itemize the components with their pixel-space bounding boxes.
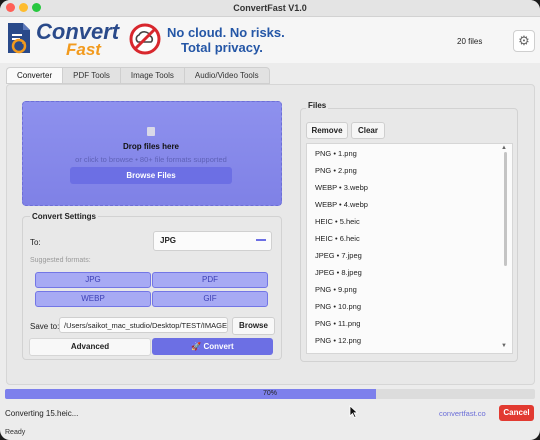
- drop-zone-subtitle: or click to browse • 80+ file formats su…: [75, 155, 227, 164]
- conversion-progress-bar: 70%: [5, 389, 535, 399]
- save-path-field[interactable]: /Users/saikot_mac_studio/Desktop/TEST/IM…: [59, 317, 228, 333]
- convert-settings-title: Convert Settings: [30, 212, 99, 221]
- document-convert-icon: [8, 23, 30, 54]
- list-item[interactable]: PNG • 9.png: [307, 280, 512, 297]
- tab-pdf-tools[interactable]: PDF Tools: [62, 67, 120, 84]
- title-bar: ConvertFast V1.0: [0, 0, 540, 17]
- file-icon: [147, 127, 155, 136]
- tab-bar: Converter PDF Tools Image Tools Audio/Vi…: [6, 67, 270, 84]
- clear-files-button[interactable]: Clear: [351, 122, 385, 139]
- list-item[interactable]: HEIC • 5.heic: [307, 212, 512, 229]
- list-item[interactable]: JPEG • 8.jpeg: [307, 263, 512, 280]
- window-title: ConvertFast V1.0: [233, 3, 307, 13]
- convert-button[interactable]: 🚀 Convert: [152, 338, 273, 355]
- drop-zone-title: Drop files here: [122, 142, 179, 151]
- remove-file-button[interactable]: Remove: [306, 122, 348, 139]
- drop-zone[interactable]: [22, 101, 282, 206]
- file-list[interactable]: PNG • 1.png PNG • 2.png WEBP • 3.webp WE…: [306, 143, 513, 354]
- select-indicator-icon: [256, 239, 266, 241]
- suggested-formats-label: Suggested formats:: [30, 257, 91, 264]
- list-item[interactable]: JPEG • 7.jpeg: [307, 246, 512, 263]
- settings-gear-button[interactable]: ⚙: [513, 30, 535, 52]
- privacy-tagline: No cloud. No risks. Total privacy.: [167, 25, 285, 55]
- target-format-value: JPG: [160, 236, 177, 245]
- gear-icon: ⚙: [518, 33, 530, 48]
- status-message: Converting 15.heic...: [5, 409, 79, 418]
- tab-converter[interactable]: Converter: [6, 67, 63, 84]
- browse-files-button[interactable]: Browse Files: [70, 167, 232, 184]
- scroll-up-arrow-icon[interactable]: ▲: [501, 145, 507, 151]
- no-cloud-icon: [129, 23, 161, 55]
- list-item[interactable]: WEBP • 3.webp: [307, 178, 512, 195]
- save-to-label: Save to:: [30, 322, 60, 331]
- format-jpg-button[interactable]: JPG: [35, 272, 151, 288]
- list-item[interactable]: PNG • 1.png: [307, 144, 512, 161]
- scroll-down-arrow-icon[interactable]: ▼: [501, 343, 507, 349]
- list-item[interactable]: WEBP • 4.webp: [307, 195, 512, 212]
- format-pdf-button[interactable]: PDF: [152, 272, 268, 288]
- format-webp-button[interactable]: WEBP: [35, 291, 151, 307]
- logo-text-fast: Fast: [66, 40, 101, 59]
- files-title: Files: [306, 101, 329, 110]
- list-item[interactable]: PNG • 11.png: [307, 314, 512, 331]
- tab-image-tools[interactable]: Image Tools: [119, 67, 184, 84]
- mouse-pointer-icon: [349, 405, 358, 418]
- format-gif-button[interactable]: GIF: [152, 291, 268, 307]
- browse-output-button[interactable]: Browse: [232, 317, 275, 335]
- list-item[interactable]: HEIC • 6.heic: [307, 229, 512, 246]
- website-link[interactable]: convertfast.co: [439, 409, 486, 418]
- tab-audio-video-tools[interactable]: Audio/Video Tools: [183, 67, 270, 84]
- progress-percent: 70%: [262, 390, 277, 397]
- list-item[interactable]: PNG • 10.png: [307, 297, 512, 314]
- advanced-button[interactable]: Advanced: [29, 338, 151, 356]
- tagline-line-1: No cloud. No risks.: [167, 25, 285, 40]
- tagline-line-2: Total privacy.: [181, 40, 263, 55]
- cancel-button[interactable]: Cancel: [499, 405, 534, 421]
- list-item[interactable]: PNG • 2.png: [307, 161, 512, 178]
- app-window: ConvertFast V1.0 Convert Fast No cloud. …: [0, 0, 540, 440]
- list-item[interactable]: PNG • 12.png: [307, 331, 512, 348]
- file-count: 20 files: [457, 37, 483, 46]
- ready-status: Ready: [5, 429, 26, 436]
- to-label: To:: [30, 238, 41, 247]
- scrollbar-thumb[interactable]: [504, 152, 507, 266]
